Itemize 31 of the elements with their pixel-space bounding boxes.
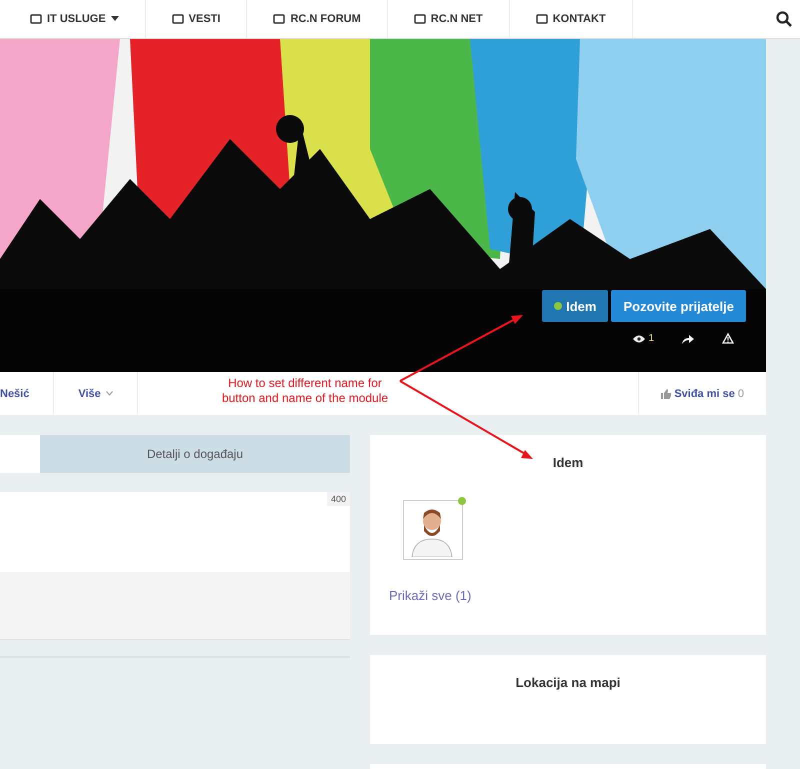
annotation-text: How to set different name for button and name of the module [220,376,390,406]
show-all-link[interactable]: Prikaži sve (1) [389,588,472,603]
nav-icon [172,14,184,24]
invite-button[interactable]: Pozovite prijatelje [611,290,746,322]
text-editor[interactable]: 400 [0,492,350,572]
character-counter: 400 [326,492,350,506]
nav-icon [30,14,42,24]
nav-icon [414,14,426,24]
card-title: Idem [552,454,584,470]
nav-link[interactable]: VESTI [146,0,248,38]
caret-icon [110,16,119,22]
like-button[interactable]: Sviđa mi se 0 [639,372,766,415]
card-title: Lokacija na mapi [514,674,622,690]
nav-link[interactable]: IT USLUGE [0,0,146,38]
nav-icon [536,14,548,24]
tab[interactable]: Detalji o događaju [40,435,350,473]
action-link[interactable]: Nešić [0,372,54,415]
nav-link[interactable]: RC.N NET [388,0,510,38]
action-link[interactable]: Više [54,372,138,415]
avatar[interactable] [403,500,463,560]
chevron-icon [106,391,113,396]
warning-icon[interactable] [722,333,734,344]
going-button[interactable]: Idem [542,290,608,322]
nav-icon [273,14,286,24]
eye-icon [633,334,646,342]
share-icon[interactable] [682,334,694,344]
nav-link[interactable]: RC.N FORUM [247,0,388,38]
search-icon[interactable] [776,11,792,27]
thumbs-up-icon [661,388,672,398]
nav-link[interactable]: KONTAKT [510,0,633,38]
view-count: 1 [648,333,654,344]
